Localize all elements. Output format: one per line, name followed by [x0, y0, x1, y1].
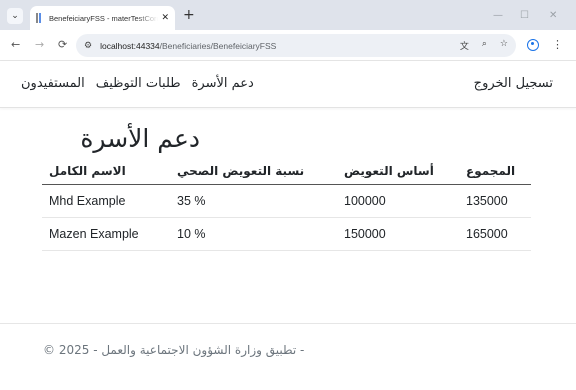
page-title: دعم الأسرة [80, 124, 200, 153]
browser-window: ⌄ BenefeiciaryFSS - materTestCore ✕ + — … [0, 0, 576, 390]
nav-link-family-support[interactable]: دعم الأسرة [192, 76, 254, 91]
cell-compensation-base: 150000 [337, 217, 459, 251]
tab-search-icon[interactable]: ⌄ [7, 8, 23, 24]
cell-full-name: Mazen Example [42, 217, 170, 251]
table-row: Mhd Example 35 % 100000 135000 [42, 184, 531, 218]
cell-health-rate: 10 % [170, 217, 337, 251]
browser-tab[interactable]: BenefeiciaryFSS - materTestCore ✕ [30, 6, 175, 30]
cell-total: 165000 [459, 217, 531, 251]
table-header-row: الاسم الكامل نسبة التعويض الصحي أساس الت… [42, 159, 531, 185]
maximize-icon[interactable]: ☐ [520, 10, 529, 21]
new-tab-icon[interactable]: + [183, 7, 195, 23]
cell-total: 135000 [459, 184, 531, 218]
column-header-full-name: الاسم الكامل [42, 159, 170, 185]
family-support-table: الاسم الكامل نسبة التعويض الصحي أساس الت… [42, 159, 531, 251]
translate-icon[interactable]: 文 [460, 39, 469, 52]
logout-link[interactable]: تسجيل الخروج [474, 76, 553, 91]
site-info-icon[interactable]: ⚙ [84, 41, 92, 51]
profile-icon[interactable] [527, 39, 539, 51]
column-header-compensation-base: أساس التعويض [337, 159, 459, 185]
footer-divider [0, 323, 576, 324]
nav-link-job-requests[interactable]: طلبات التوظيف [96, 76, 181, 91]
tab-title: BenefeiciaryFSS - materTestCore [49, 13, 159, 23]
nav-links: دعم الأسرة طلبات التوظيف المستفيدون [21, 76, 254, 91]
browser-toolbar: ← → ⟳ ⚙ localhost:44334/Beneficiaries/Be… [0, 30, 576, 61]
favicon-icon [36, 13, 44, 23]
close-tab-icon[interactable]: ✕ [161, 13, 169, 23]
site-navbar: تسجيل الخروج دعم الأسرة طلبات التوظيف ال… [0, 61, 576, 108]
url-path: /Beneficiaries/BenefeiciaryFSS [159, 40, 277, 51]
tab-strip: ⌄ BenefeiciaryFSS - materTestCore ✕ + — … [0, 0, 576, 30]
cell-compensation-base: 100000 [337, 184, 459, 218]
browser-menu-icon[interactable]: ⋮ [552, 38, 563, 51]
back-icon[interactable]: ← [11, 39, 20, 51]
main-content: دعم الأسرة الاسم الكامل نسبة التعويض الص… [42, 123, 531, 251]
nav-link-beneficiaries[interactable]: المستفيدون [21, 76, 85, 91]
web-page: تسجيل الخروج دعم الأسرة طلبات التوظيف ال… [0, 61, 576, 390]
table-row: Mazen Example 10 % 150000 165000 [42, 217, 531, 251]
minimize-icon[interactable]: — [493, 10, 503, 21]
bookmark-star-icon[interactable]: ☆ [500, 39, 508, 52]
column-header-health-rate: نسبة التعويض الصحي [170, 159, 337, 185]
forward-icon[interactable]: → [35, 39, 44, 51]
address-bar[interactable]: ⚙ localhost:44334/Beneficiaries/Benefeic… [76, 34, 516, 57]
cell-health-rate: 35 % [170, 184, 337, 218]
url-host: localhost:44334 [100, 40, 160, 51]
footer-text: - تطبيق وزارة الشؤون الاجتماعية والعمل -… [43, 343, 305, 357]
reload-icon[interactable]: ⟳ [58, 39, 67, 51]
close-window-icon[interactable]: ✕ [549, 10, 557, 21]
zoom-icon[interactable]: ⌕ [482, 39, 487, 52]
cell-full-name: Mhd Example [42, 184, 170, 218]
column-header-total: المجموع [459, 159, 531, 185]
